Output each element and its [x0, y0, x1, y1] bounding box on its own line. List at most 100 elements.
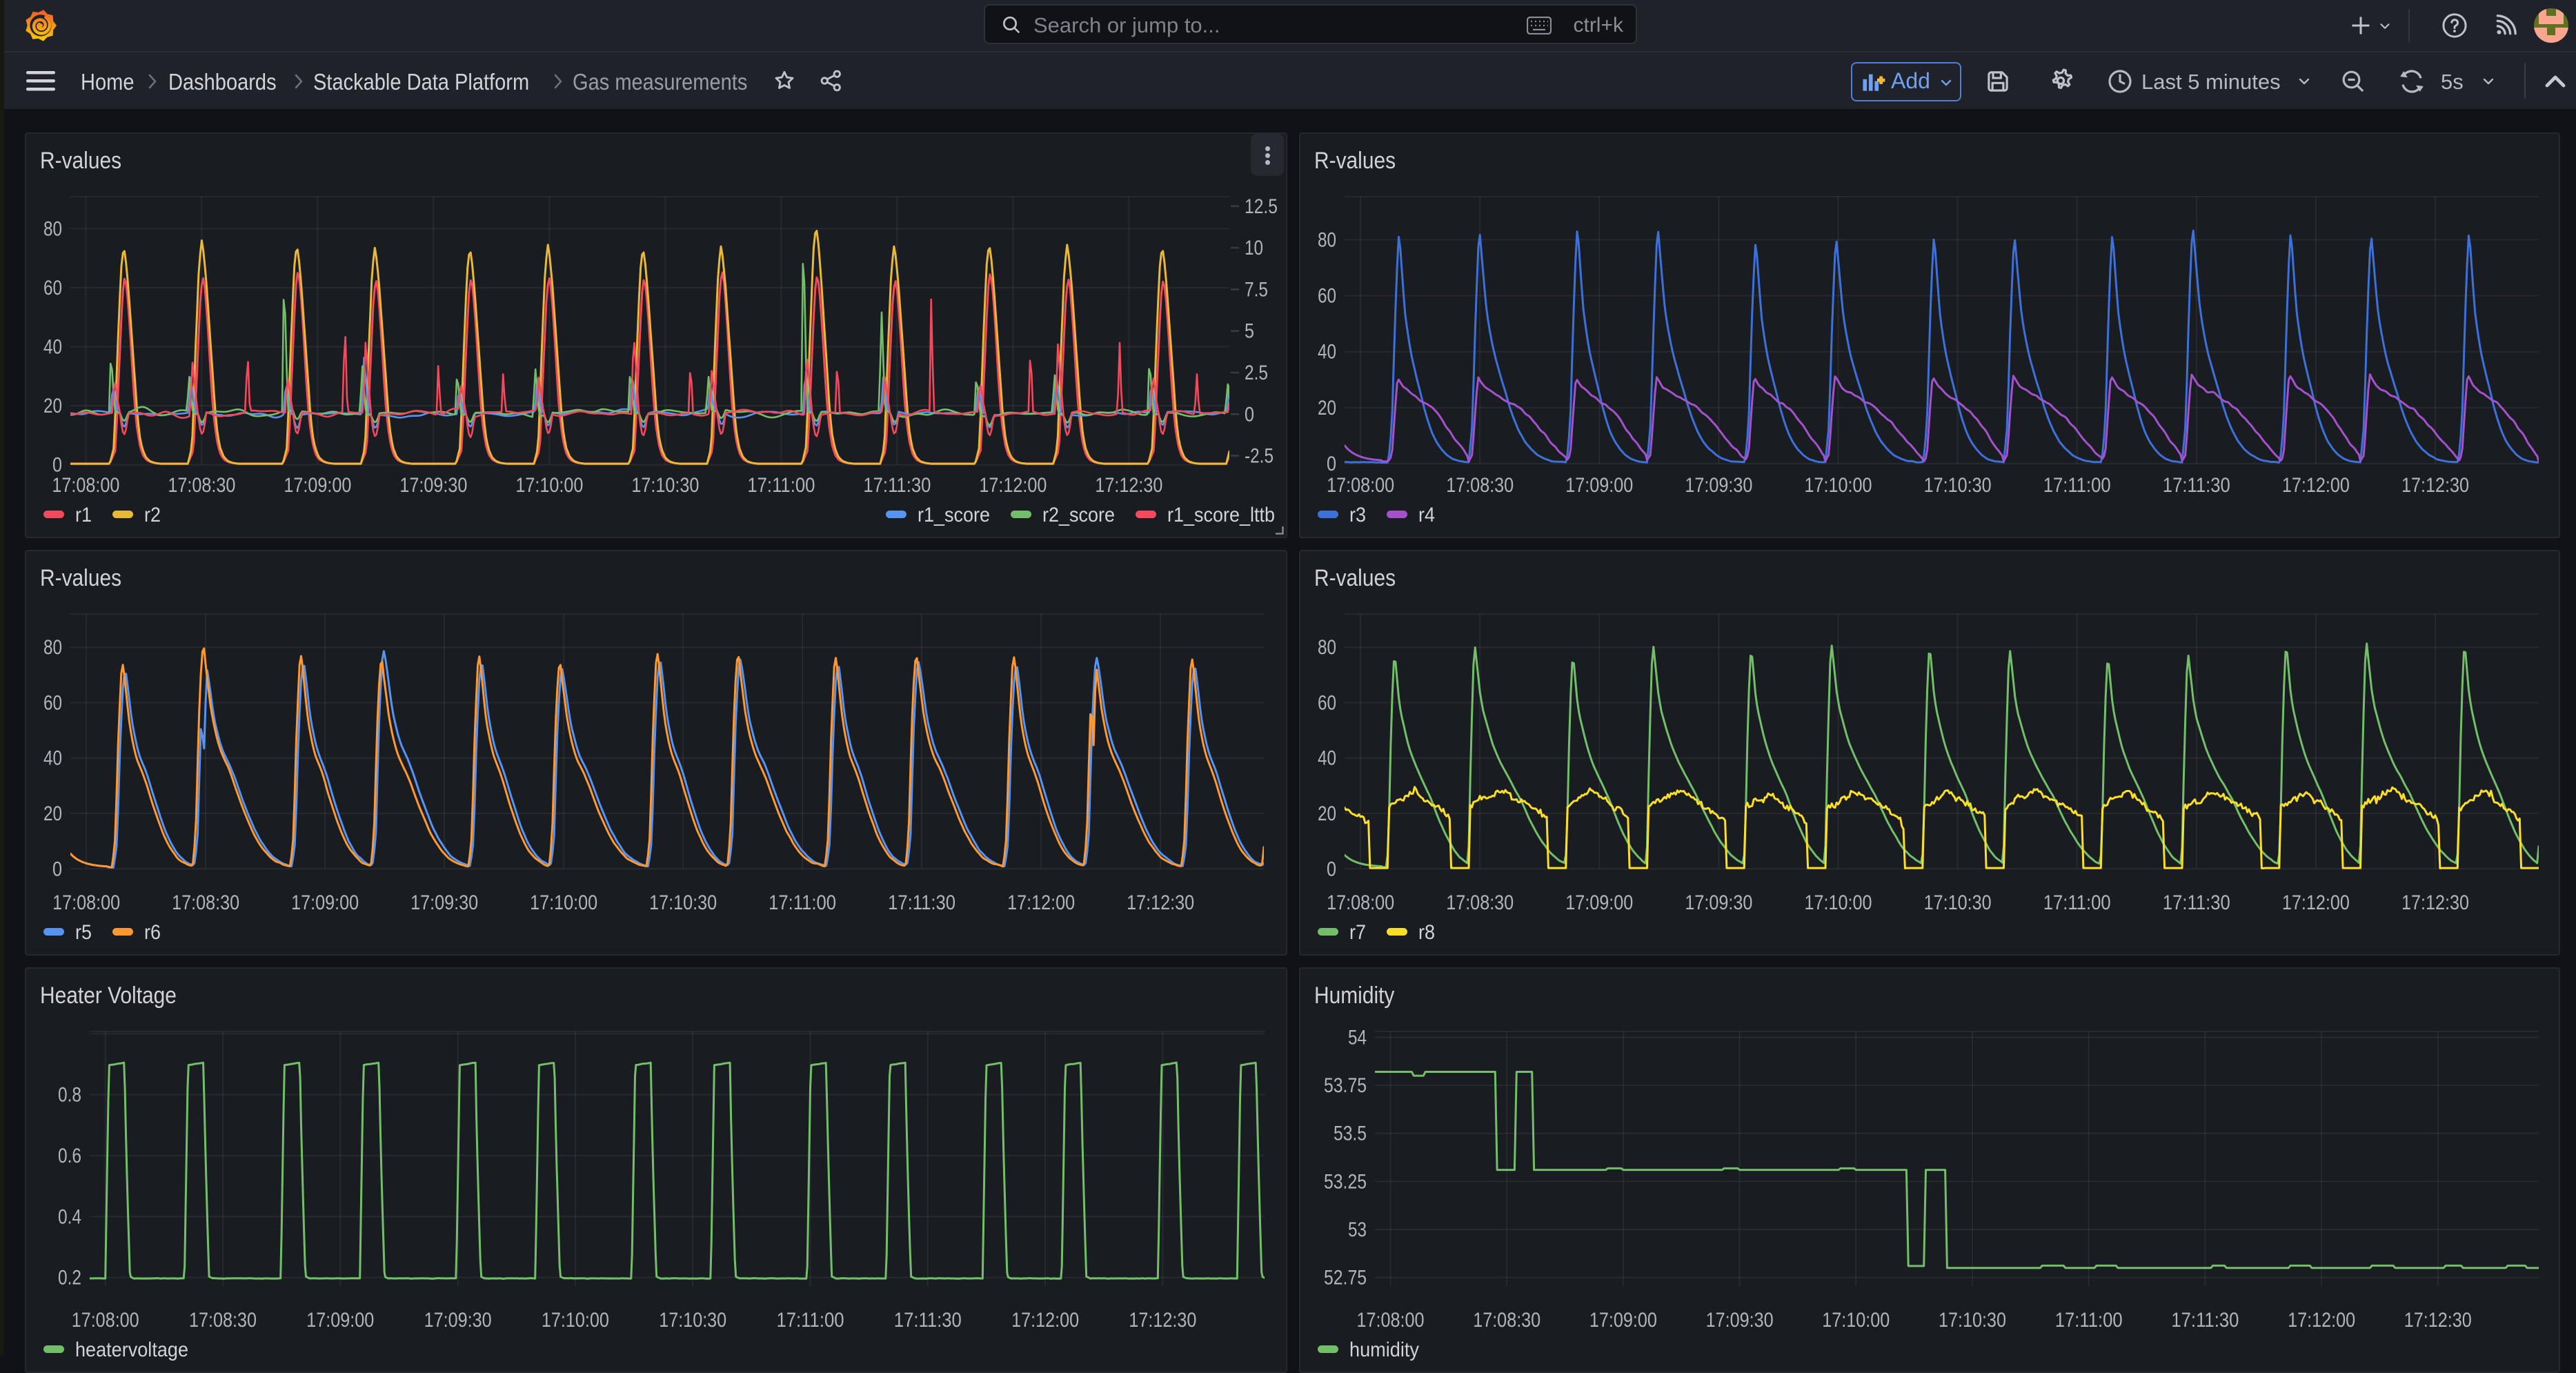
svg-text:17:12:00: 17:12:00 [2282, 474, 2350, 497]
svg-text:40: 40 [1318, 747, 1336, 770]
svg-text:17:11:00: 17:11:00 [769, 891, 836, 914]
svg-text:17:11:00: 17:11:00 [777, 1309, 844, 1332]
svg-text:17:09:30: 17:09:30 [399, 474, 467, 497]
svg-text:r1: r1 [75, 504, 92, 526]
svg-text:20: 20 [1318, 802, 1336, 825]
svg-text:0: 0 [52, 858, 62, 880]
svg-text:17:12:00: 17:12:00 [2282, 891, 2350, 914]
svg-text:60: 60 [1318, 692, 1336, 715]
svg-text:17:12:30: 17:12:30 [1127, 891, 1194, 914]
svg-text:17:12:30: 17:12:30 [1095, 474, 1162, 497]
svg-text:r3: r3 [1349, 504, 1366, 526]
svg-text:12.5: 12.5 [1245, 195, 1278, 218]
svg-text:17:09:00: 17:09:00 [291, 891, 359, 914]
svg-text:17:09:30: 17:09:30 [1685, 474, 1752, 497]
svg-text:17:12:00: 17:12:00 [979, 474, 1047, 497]
svg-text:40: 40 [43, 336, 62, 359]
svg-text:0: 0 [1327, 453, 1336, 475]
svg-text:17:08:30: 17:08:30 [168, 474, 235, 497]
svg-text:17:09:30: 17:09:30 [424, 1309, 492, 1332]
svg-text:17:09:00: 17:09:00 [284, 474, 351, 497]
svg-text:17:09:00: 17:09:00 [1565, 474, 1633, 497]
svg-text:20: 20 [1318, 397, 1336, 419]
svg-text:17:12:00: 17:12:00 [1007, 891, 1075, 914]
svg-text:17:10:00: 17:10:00 [515, 474, 583, 497]
svg-text:r2_score: r2_score [1042, 504, 1115, 526]
svg-text:17:11:00: 17:11:00 [747, 474, 815, 497]
svg-text:0.4: 0.4 [58, 1205, 81, 1228]
svg-text:17:10:30: 17:10:30 [659, 1309, 726, 1332]
svg-text:17:08:30: 17:08:30 [1446, 474, 1514, 497]
svg-text:r6: r6 [144, 921, 161, 944]
svg-text:17:09:30: 17:09:30 [1706, 1309, 1774, 1332]
svg-text:r5: r5 [75, 921, 92, 944]
svg-text:0: 0 [1327, 858, 1336, 880]
svg-text:17:08:00: 17:08:00 [72, 1309, 139, 1332]
svg-text:17:10:30: 17:10:30 [649, 891, 717, 914]
svg-text:17:10:00: 17:10:00 [1805, 474, 1872, 497]
svg-text:r2: r2 [144, 504, 161, 526]
svg-text:r4: r4 [1418, 504, 1435, 526]
svg-text:53.75: 53.75 [1324, 1074, 1367, 1097]
svg-text:7.5: 7.5 [1245, 278, 1268, 301]
svg-text:r1_score_lttb: r1_score_lttb [1167, 504, 1275, 526]
svg-text:17:08:30: 17:08:30 [172, 891, 239, 914]
svg-text:0.8: 0.8 [58, 1084, 81, 1107]
svg-text:17:11:00: 17:11:00 [2043, 891, 2111, 914]
svg-text:2.5: 2.5 [1245, 362, 1268, 384]
svg-text:17:09:30: 17:09:30 [410, 891, 478, 914]
svg-text:40: 40 [43, 747, 62, 770]
svg-text:80: 80 [1318, 636, 1336, 659]
svg-text:20: 20 [43, 802, 62, 825]
svg-text:17:10:30: 17:10:30 [1939, 1309, 2006, 1332]
svg-text:17:10:30: 17:10:30 [1924, 891, 1992, 914]
svg-text:80: 80 [43, 217, 62, 240]
svg-text:17:09:00: 17:09:00 [1589, 1309, 1657, 1332]
svg-text:17:08:30: 17:08:30 [1446, 891, 1514, 914]
svg-text:80: 80 [43, 636, 62, 659]
svg-text:17:08:00: 17:08:00 [1357, 1309, 1425, 1332]
svg-text:52.75: 52.75 [1324, 1267, 1367, 1290]
svg-text:humidity: humidity [1349, 1339, 1419, 1361]
svg-text:r8: r8 [1418, 921, 1435, 944]
svg-text:53.25: 53.25 [1324, 1170, 1367, 1193]
svg-text:17:08:30: 17:08:30 [1473, 1309, 1540, 1332]
svg-text:17:08:00: 17:08:00 [52, 891, 120, 914]
svg-text:40: 40 [1318, 341, 1336, 364]
svg-text:17:10:00: 17:10:00 [1805, 891, 1872, 914]
svg-text:0.6: 0.6 [58, 1145, 81, 1167]
svg-text:17:11:00: 17:11:00 [2043, 474, 2111, 497]
svg-text:17:09:00: 17:09:00 [1565, 891, 1633, 914]
svg-text:10: 10 [1245, 237, 1263, 259]
svg-text:17:10:00: 17:10:00 [1822, 1309, 1890, 1332]
svg-text:17:11:30: 17:11:30 [863, 474, 931, 497]
svg-text:17:12:30: 17:12:30 [2401, 474, 2469, 497]
svg-text:0: 0 [1245, 403, 1254, 426]
svg-text:54: 54 [1348, 1026, 1367, 1049]
svg-text:17:12:00: 17:12:00 [1011, 1309, 1079, 1332]
svg-text:17:12:00: 17:12:00 [2288, 1309, 2355, 1332]
svg-text:-2.5: -2.5 [1245, 445, 1274, 468]
svg-text:17:10:30: 17:10:30 [1924, 474, 1992, 497]
svg-text:53: 53 [1348, 1218, 1367, 1241]
svg-text:17:10:30: 17:10:30 [631, 474, 699, 497]
svg-text:20: 20 [43, 395, 62, 417]
svg-text:17:10:00: 17:10:00 [530, 891, 597, 914]
svg-text:17:12:30: 17:12:30 [1129, 1309, 1196, 1332]
svg-text:17:11:30: 17:11:30 [2163, 474, 2230, 497]
svg-text:17:11:30: 17:11:30 [894, 1309, 962, 1332]
svg-text:17:09:30: 17:09:30 [1685, 891, 1752, 914]
svg-text:17:08:00: 17:08:00 [1327, 891, 1394, 914]
svg-text:60: 60 [1318, 285, 1336, 308]
svg-text:r1_score: r1_score [918, 504, 990, 526]
svg-text:17:12:30: 17:12:30 [2404, 1309, 2472, 1332]
svg-text:0.2: 0.2 [58, 1267, 81, 1290]
svg-text:17:08:30: 17:08:30 [189, 1309, 257, 1332]
svg-text:17:11:30: 17:11:30 [888, 891, 955, 914]
svg-text:17:10:00: 17:10:00 [542, 1309, 609, 1332]
svg-text:r7: r7 [1349, 921, 1366, 944]
svg-text:80: 80 [1318, 228, 1336, 251]
svg-text:60: 60 [43, 692, 62, 715]
svg-text:5: 5 [1245, 320, 1254, 343]
svg-text:17:08:00: 17:08:00 [1327, 474, 1394, 497]
